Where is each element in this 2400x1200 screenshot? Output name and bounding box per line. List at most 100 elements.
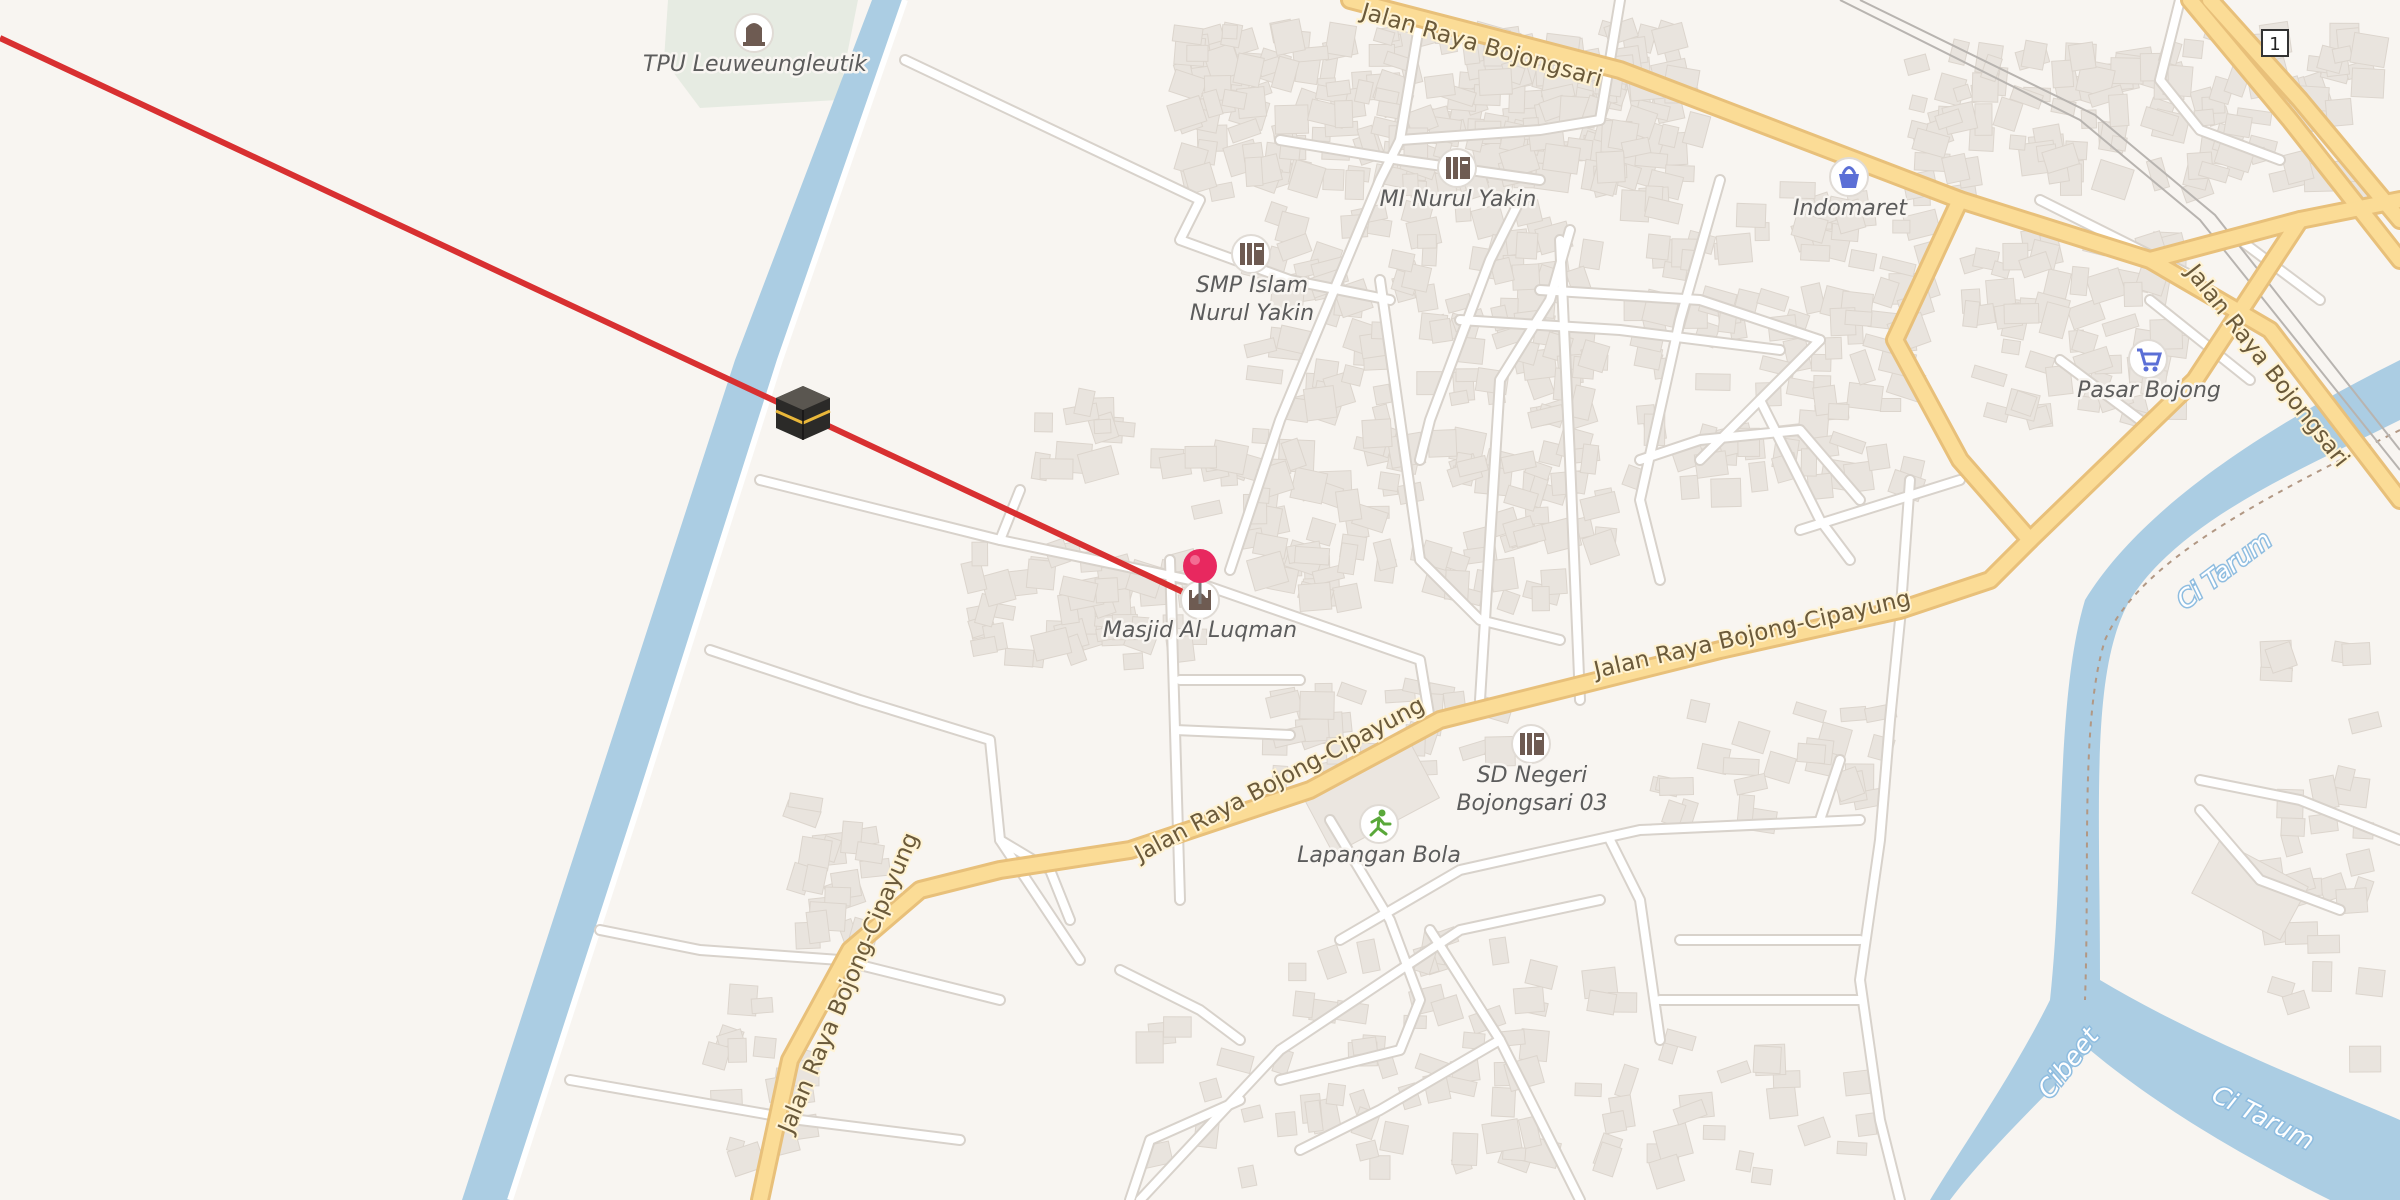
building <box>1679 474 1700 500</box>
building <box>1334 99 1354 129</box>
building <box>1369 1155 1391 1180</box>
building <box>1451 1132 1479 1167</box>
building <box>1541 142 1582 175</box>
building <box>2349 1045 2382 1073</box>
building <box>1974 103 1993 136</box>
building <box>1340 364 1365 387</box>
building <box>2003 303 2040 325</box>
building <box>727 1037 748 1063</box>
building <box>1372 383 1393 406</box>
building <box>1379 1120 1410 1155</box>
running-person-icon <box>1359 804 1399 844</box>
building <box>1865 443 1891 472</box>
building <box>2123 281 2144 308</box>
poi-label-smp-line2: Nurul Yakin <box>1190 301 1314 326</box>
building <box>1416 234 1437 249</box>
building <box>1270 18 1306 57</box>
building <box>1752 1045 1782 1075</box>
building <box>1251 427 1270 445</box>
grave-icon <box>734 13 774 53</box>
building <box>1512 985 1546 1015</box>
shopping-cart-icon <box>2128 339 2168 379</box>
building <box>1478 67 1513 96</box>
building <box>1293 545 1331 566</box>
building <box>1423 73 1456 99</box>
building <box>1578 238 1604 271</box>
building <box>1297 581 1333 613</box>
building <box>805 909 831 945</box>
building <box>1515 231 1539 260</box>
building <box>2345 848 2375 877</box>
building <box>1275 1111 1298 1138</box>
building <box>1488 936 1510 966</box>
building <box>1244 156 1264 187</box>
building <box>1722 757 1760 777</box>
building <box>2020 39 2048 71</box>
route-shield-number: 1 <box>2269 34 2280 55</box>
building <box>1034 412 1054 433</box>
building <box>1844 309 1873 327</box>
building <box>1324 21 1358 58</box>
school-icon <box>1511 724 1551 764</box>
building <box>1645 233 1671 261</box>
building <box>1574 1082 1603 1098</box>
poi-label-smp-line1: SMP Islam <box>1196 273 1308 298</box>
building <box>2067 41 2097 72</box>
building <box>1171 24 1204 46</box>
building <box>1695 373 1731 391</box>
building <box>2341 642 2372 667</box>
building <box>2051 59 2075 89</box>
poi-label-cemetery: TPU Leuweungleutik <box>643 52 868 77</box>
map-canvas[interactable]: Jalan Raya Bojongsari Jalan Raya Bojongs… <box>0 0 2400 1200</box>
building <box>1836 1140 1868 1156</box>
building <box>2307 934 2341 954</box>
building <box>2280 816 2306 837</box>
building <box>1796 742 1827 765</box>
building <box>2001 338 2022 356</box>
building <box>1376 100 1401 120</box>
building <box>1361 418 1393 449</box>
building <box>1325 79 1352 98</box>
poi-label-sd-line1: SD Negeri <box>1477 763 1588 788</box>
building <box>1839 705 1868 723</box>
building <box>1715 232 1754 266</box>
building <box>1232 52 1265 89</box>
building <box>1094 577 1120 604</box>
building <box>1289 466 1329 505</box>
building <box>1039 458 1074 480</box>
building <box>1586 989 1618 1016</box>
building <box>1302 385 1338 422</box>
building <box>1332 582 1363 614</box>
building <box>1658 776 1695 796</box>
building <box>1846 381 1884 412</box>
building <box>1163 1016 1192 1038</box>
building <box>2008 134 2027 151</box>
building <box>1429 317 1454 344</box>
building <box>2311 960 2333 993</box>
building <box>1448 389 1470 407</box>
building <box>1710 477 1742 508</box>
building <box>1735 202 1767 229</box>
building <box>1748 461 1769 493</box>
building <box>1135 1031 1164 1064</box>
building <box>2355 967 2386 998</box>
building <box>1325 1082 1347 1107</box>
building <box>971 541 989 567</box>
building <box>752 1036 777 1059</box>
building <box>1344 169 1365 201</box>
building <box>1908 94 1928 114</box>
building <box>1531 585 1550 612</box>
building <box>1601 1110 1628 1135</box>
building <box>1686 699 1711 724</box>
building <box>1377 471 1401 493</box>
building <box>1003 647 1035 668</box>
building <box>1595 150 1626 184</box>
building <box>1288 962 1307 982</box>
building <box>1186 44 1209 62</box>
building <box>1093 418 1112 435</box>
building <box>1892 219 1911 234</box>
building <box>1879 397 1902 413</box>
building <box>1322 168 1345 191</box>
poi-label-mi-nurul-yakin: MI Nurul Yakin <box>1380 187 1537 212</box>
building <box>1824 336 1843 360</box>
